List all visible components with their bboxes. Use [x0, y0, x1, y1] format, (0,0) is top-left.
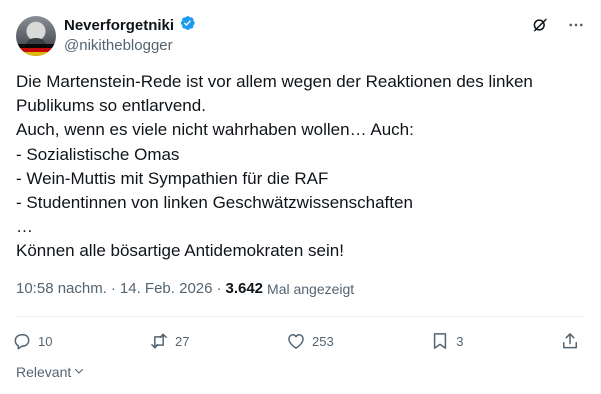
meta-separator: ·	[216, 280, 222, 297]
like-button[interactable]: 253	[286, 326, 334, 356]
avatar[interactable]	[16, 16, 56, 56]
share-icon	[560, 331, 580, 351]
author-name-row[interactable]: Neverforgetniki	[64, 14, 196, 37]
sort-replies-dropdown[interactable]: Relevant	[16, 364, 85, 380]
tweet-text: Die Martenstein-Rede ist vor allem wegen…	[16, 72, 533, 261]
bookmark-count: 3	[456, 333, 464, 349]
divider	[16, 316, 585, 317]
grok-icon[interactable]	[531, 16, 549, 34]
reply-button[interactable]: 10	[12, 326, 52, 356]
heart-icon	[286, 331, 306, 351]
repost-count: 27	[175, 333, 190, 349]
repost-button[interactable]: 27	[149, 326, 189, 356]
bookmark-button[interactable]: 3	[430, 326, 463, 356]
repost-icon	[149, 331, 169, 351]
reply-icon	[12, 331, 32, 351]
view-count-label: Mal angezeigt	[267, 280, 355, 297]
meta-separator: ·	[110, 280, 116, 297]
tweet-metadata: 10:58 nachm. · 14. Feb. 2026 · 3.642 Mal…	[16, 280, 354, 297]
author-handle[interactable]: @nikitheblogger	[64, 37, 173, 54]
avatar-flag	[16, 44, 56, 56]
view-count: 3.642	[225, 280, 264, 297]
top-right-icons	[531, 16, 585, 34]
tweet-timestamp[interactable]: 10:58 nachm.	[16, 280, 107, 297]
reply-count: 10	[38, 333, 53, 349]
share-button[interactable]	[560, 326, 580, 356]
like-count: 253	[312, 333, 334, 349]
tweet-date[interactable]: 14. Feb. 2026	[120, 280, 213, 297]
author-display-name[interactable]: Neverforgetniki	[64, 17, 174, 34]
action-bar: 10 27 253 3	[12, 326, 580, 356]
chevron-down-icon	[73, 364, 85, 380]
more-options-icon[interactable]	[567, 16, 585, 34]
sort-label: Relevant	[16, 364, 72, 380]
verified-badge-icon	[178, 14, 196, 37]
bookmark-icon	[430, 331, 450, 351]
